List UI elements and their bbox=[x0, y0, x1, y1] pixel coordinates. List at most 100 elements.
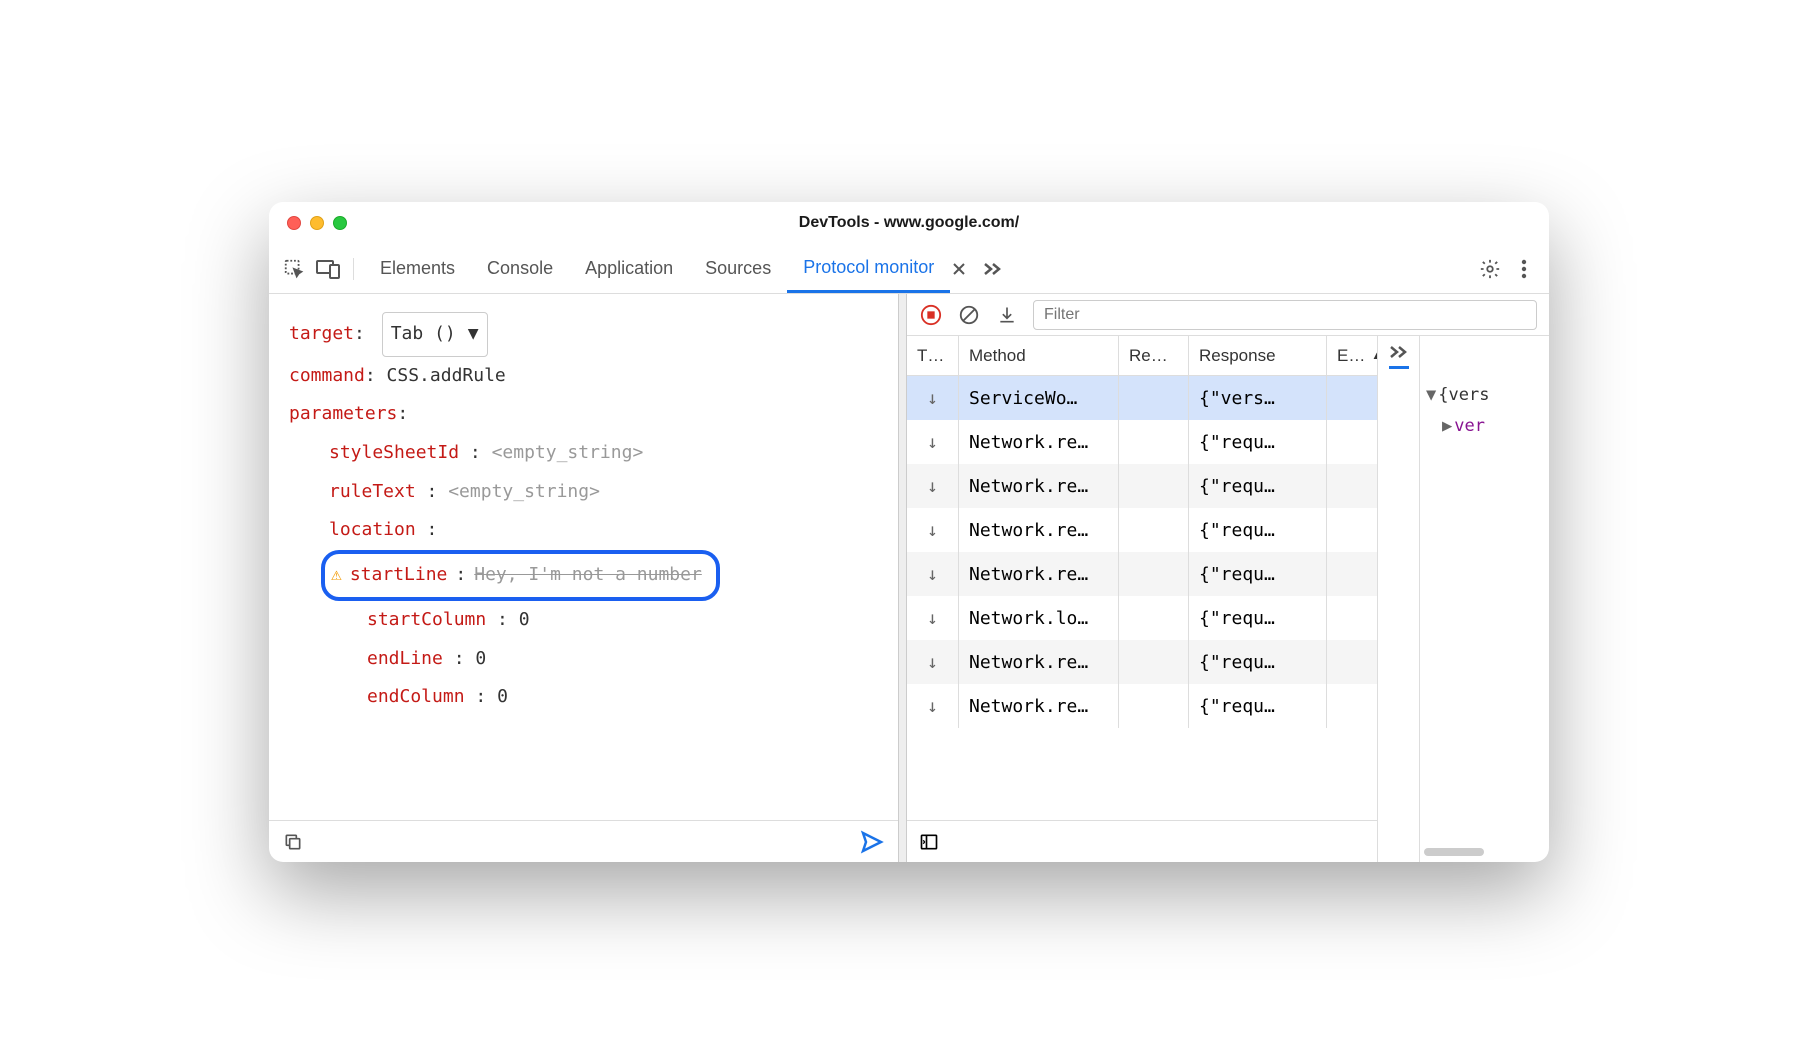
cell-method: Network.re… bbox=[959, 684, 1119, 728]
table-header: T… Method Re… Response E…▲ bbox=[907, 336, 1377, 376]
devtools-window: DevTools - www.google.com/ ElementsConso… bbox=[269, 202, 1549, 862]
param-endline-value[interactable]: 0 bbox=[475, 648, 486, 669]
cell-direction: ↓ bbox=[907, 508, 959, 552]
kebab-menu-icon[interactable] bbox=[1509, 254, 1539, 284]
th-request[interactable]: Re… bbox=[1119, 336, 1189, 375]
more-tabs-button[interactable] bbox=[978, 254, 1008, 284]
table-row[interactable]: ↓Network.re… {"requ… bbox=[907, 420, 1377, 464]
content-area: target: Tab () ▼ command: CSS.addRule pa… bbox=[269, 294, 1549, 862]
inspect-icon[interactable] bbox=[279, 254, 309, 284]
download-button[interactable] bbox=[995, 303, 1019, 327]
cell-request bbox=[1119, 684, 1189, 728]
expand-panel-icon[interactable] bbox=[1389, 344, 1409, 369]
send-button[interactable] bbox=[860, 830, 884, 854]
param-ruletext-value[interactable]: <empty_string> bbox=[448, 481, 600, 502]
th-extra[interactable]: E…▲ bbox=[1327, 336, 1377, 375]
detail-line1: {vers bbox=[1438, 385, 1489, 405]
tab-application[interactable]: Application bbox=[569, 244, 689, 293]
cell-response: {"requ… bbox=[1189, 640, 1327, 684]
log-footer bbox=[907, 820, 1377, 862]
cell-method: ServiceWo… bbox=[959, 376, 1119, 420]
warning-icon: ⚠ bbox=[331, 556, 342, 595]
cell-response: {"requ… bbox=[1189, 420, 1327, 464]
log-toolbar bbox=[907, 294, 1549, 336]
record-button[interactable] bbox=[919, 303, 943, 327]
table-row[interactable]: ↓Network.re… {"requ… bbox=[907, 464, 1377, 508]
table-row[interactable]: ↓Network.re…{"requ… bbox=[907, 508, 1377, 552]
param-endcolumn-value[interactable]: 0 bbox=[497, 686, 508, 707]
command-editor[interactable]: target: Tab () ▼ command: CSS.addRule pa… bbox=[269, 294, 898, 820]
cell-method: Network.re… bbox=[959, 640, 1119, 684]
pane-splitter[interactable] bbox=[899, 294, 907, 862]
clear-button[interactable] bbox=[957, 303, 981, 327]
cell-direction: ↓ bbox=[907, 596, 959, 640]
cell-extra bbox=[1327, 596, 1377, 640]
filter-input[interactable] bbox=[1033, 300, 1537, 330]
cell-request bbox=[1119, 552, 1189, 596]
param-stylesheetid-value[interactable]: <empty_string> bbox=[492, 442, 644, 463]
cell-response: {"requ… bbox=[1189, 464, 1327, 508]
copy-icon[interactable] bbox=[283, 832, 303, 852]
cell-method: Network.re… bbox=[959, 552, 1119, 596]
cell-method: Network.re… bbox=[959, 464, 1119, 508]
scrollbar[interactable] bbox=[1424, 848, 1545, 858]
tab-console[interactable]: Console bbox=[471, 244, 569, 293]
command-value: CSS.addRule bbox=[387, 365, 506, 386]
param-location-label: location bbox=[329, 519, 416, 540]
table-row[interactable]: ↓Network.re… {"requ… bbox=[907, 640, 1377, 684]
command-label: command bbox=[289, 365, 365, 386]
cell-direction: ↓ bbox=[907, 420, 959, 464]
th-method[interactable]: Method bbox=[959, 336, 1119, 375]
side-strip bbox=[1377, 336, 1419, 862]
parameters-label: parameters bbox=[289, 403, 397, 424]
table-row[interactable]: ↓Network.re…{"requ… bbox=[907, 552, 1377, 596]
cell-method: Network.re… bbox=[959, 508, 1119, 552]
startline-error-highlight: ⚠ startLine : Hey, I'm not a number bbox=[321, 550, 720, 601]
main-tabbar: ElementsConsoleApplicationSourcesProtoco… bbox=[269, 244, 1549, 294]
separator bbox=[353, 258, 354, 280]
cell-direction: ↓ bbox=[907, 464, 959, 508]
target-select[interactable]: Tab () ▼ bbox=[382, 312, 488, 357]
cell-extra bbox=[1327, 376, 1377, 420]
th-response[interactable]: Response bbox=[1189, 336, 1327, 375]
tree-collapse-icon[interactable]: ▶ bbox=[1442, 416, 1452, 436]
window-title: DevTools - www.google.com/ bbox=[269, 214, 1549, 232]
cell-extra bbox=[1327, 640, 1377, 684]
param-startline-value[interactable]: Hey, I'm not a number bbox=[474, 556, 702, 595]
detail-pane[interactable]: ▼{vers ▶ver bbox=[1419, 336, 1549, 862]
table-row[interactable]: ↓Network.lo…{"requ… bbox=[907, 596, 1377, 640]
device-toggle-icon[interactable] bbox=[313, 254, 343, 284]
log-table: T… Method Re… Response E…▲ ↓ServiceWo…{"… bbox=[907, 336, 1377, 862]
cell-extra bbox=[1327, 552, 1377, 596]
detail-line2: ver bbox=[1454, 416, 1485, 436]
cell-extra bbox=[1327, 684, 1377, 728]
cell-extra bbox=[1327, 420, 1377, 464]
tree-expand-icon[interactable]: ▼ bbox=[1426, 385, 1436, 405]
param-ruletext-label: ruleText bbox=[329, 481, 416, 502]
cell-direction: ↓ bbox=[907, 640, 959, 684]
command-editor-pane: target: Tab () ▼ command: CSS.addRule pa… bbox=[269, 294, 899, 862]
table-row[interactable]: ↓Network.re…{"requ… bbox=[907, 684, 1377, 728]
cell-direction: ↓ bbox=[907, 684, 959, 728]
table-body[interactable]: ↓ServiceWo…{"vers…↓Network.re…{"requ…↓Ne… bbox=[907, 376, 1377, 820]
cell-request bbox=[1119, 420, 1189, 464]
cell-direction: ↓ bbox=[907, 376, 959, 420]
param-startline-label: startLine bbox=[350, 556, 448, 595]
close-tab-button[interactable] bbox=[944, 254, 974, 284]
log-table-wrap: T… Method Re… Response E…▲ ↓ServiceWo…{"… bbox=[907, 336, 1549, 862]
cell-method: Network.re… bbox=[959, 420, 1119, 464]
th-type[interactable]: T… bbox=[907, 336, 959, 375]
cell-response: {"vers… bbox=[1189, 376, 1327, 420]
param-endcolumn-label: endColumn bbox=[367, 686, 465, 707]
settings-icon[interactable] bbox=[1475, 254, 1505, 284]
tab-elements[interactable]: Elements bbox=[364, 244, 471, 293]
param-startcolumn-value[interactable]: 0 bbox=[519, 609, 530, 630]
table-row[interactable]: ↓ServiceWo… {"vers… bbox=[907, 376, 1377, 420]
protocol-log-pane: T… Method Re… Response E…▲ ↓ServiceWo…{"… bbox=[907, 294, 1549, 862]
tab-protocol-monitor[interactable]: Protocol monitor bbox=[787, 244, 950, 293]
tab-sources[interactable]: Sources bbox=[689, 244, 787, 293]
cell-request bbox=[1119, 508, 1189, 552]
toggle-sidebar-icon[interactable] bbox=[919, 832, 939, 852]
cell-request bbox=[1119, 376, 1189, 420]
param-endline-label: endLine bbox=[367, 648, 443, 669]
